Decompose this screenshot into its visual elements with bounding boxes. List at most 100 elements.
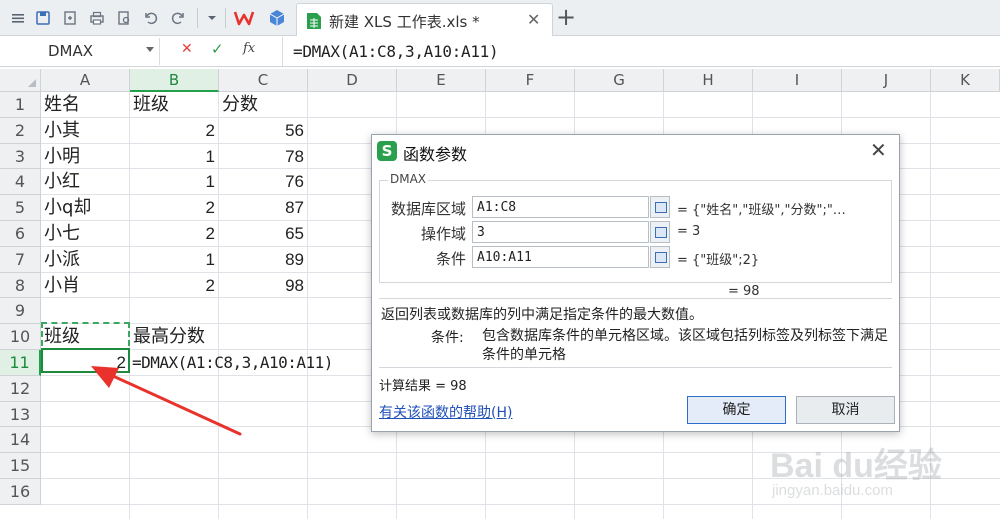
cell-c4[interactable]: 76 xyxy=(219,169,304,195)
watermark-url: jingyan.baidu.com xyxy=(772,482,893,499)
wps-logo-icon[interactable] xyxy=(233,7,255,29)
cell-a8[interactable]: 小肖 xyxy=(41,273,80,299)
menu-icon[interactable] xyxy=(9,9,27,27)
cell-b7[interactable]: 1 xyxy=(130,247,215,273)
row-header-2[interactable]: 2 xyxy=(0,117,41,144)
function-arguments-dialog: S 函数参数 ✕ DMAX 数据库区域 A1:C8 = {"姓名","班级","… xyxy=(371,134,900,432)
row-header-14[interactable]: 14 xyxy=(0,427,41,454)
cell-c7[interactable]: 89 xyxy=(219,247,304,273)
cell-a1[interactable]: 姓名 xyxy=(41,92,80,118)
chevron-down-icon[interactable] xyxy=(146,47,154,52)
document-tab[interactable]: 新建 XLS 工作表.xls * ✕ xyxy=(296,3,553,36)
redo-icon[interactable] xyxy=(169,9,187,27)
column-header-i[interactable]: I xyxy=(753,69,842,92)
cell-b4[interactable]: 1 xyxy=(130,169,215,195)
cell-a5[interactable]: 小q却 xyxy=(41,195,91,221)
column-header-h[interactable]: H xyxy=(664,69,753,92)
arg-input-criteria-value: A10:A11 xyxy=(477,250,532,265)
wps-spreadsheet-icon: S xyxy=(377,141,397,161)
cell-b5[interactable]: 2 xyxy=(130,195,215,221)
cell-a4[interactable]: 小红 xyxy=(41,169,80,195)
print-icon[interactable] xyxy=(88,9,106,27)
undo-icon[interactable] xyxy=(142,9,160,27)
cell-a3[interactable]: 小明 xyxy=(41,144,80,170)
range-select-icon[interactable] xyxy=(650,221,670,243)
help-link[interactable]: 有关该函数的帮助(H) xyxy=(379,402,512,422)
select-all-corner[interactable] xyxy=(0,69,41,92)
arg-input-field[interactable]: 3 xyxy=(472,221,649,243)
name-box[interactable]: DMAX xyxy=(0,38,160,65)
formula-input[interactable]: =DMAX(A1:C8,3,A10:A11) xyxy=(282,37,982,66)
new-tab-button[interactable]: + xyxy=(556,4,576,30)
cell-b2[interactable]: 2 xyxy=(130,118,215,144)
arg-result-field: = 3 xyxy=(677,224,701,239)
cell-c6[interactable]: 65 xyxy=(219,221,304,247)
row-header-12[interactable]: 12 xyxy=(0,375,41,402)
row-header-1[interactable]: 1 xyxy=(0,92,41,118)
print-preview-icon[interactable] xyxy=(115,9,133,27)
cell-a6[interactable]: 小七 xyxy=(41,221,80,247)
row-header-4[interactable]: 4 xyxy=(0,169,41,196)
accept-formula-icon[interactable]: ✓ xyxy=(211,40,224,58)
cell-b3[interactable]: 1 xyxy=(130,144,215,170)
save-icon[interactable] xyxy=(34,9,52,27)
cell-c1[interactable]: 分数 xyxy=(219,92,258,118)
row-header-8[interactable]: 8 xyxy=(0,272,41,299)
cell-b6[interactable]: 2 xyxy=(130,221,215,247)
row-header-13[interactable]: 13 xyxy=(0,401,41,428)
insert-function-icon[interactable]: fx xyxy=(243,41,255,56)
row-header-5[interactable]: 5 xyxy=(0,195,41,221)
range-select-icon[interactable] xyxy=(650,246,670,268)
column-header-c[interactable]: C xyxy=(219,69,308,92)
cell-b8[interactable]: 2 xyxy=(130,273,215,299)
document-tab-label: 新建 XLS 工作表.xls * xyxy=(329,13,480,31)
divider xyxy=(379,298,892,299)
param-name: 条件: xyxy=(431,330,464,346)
cell-c8[interactable]: 98 xyxy=(219,273,304,299)
function-description: 返回列表或数据库的列中满足指定条件的最大数值。 xyxy=(381,307,703,323)
row-header-11[interactable]: 11 xyxy=(0,350,41,376)
column-header-j[interactable]: J xyxy=(842,69,931,92)
row-header-15[interactable]: 15 xyxy=(0,453,41,479)
cell-b1[interactable]: 班级 xyxy=(130,92,169,118)
cell-c3[interactable]: 78 xyxy=(219,144,304,170)
column-header-k[interactable]: K xyxy=(931,69,1000,92)
ok-button[interactable]: 确定 xyxy=(687,396,786,424)
cube-icon[interactable] xyxy=(268,9,286,27)
chevron-down-icon[interactable] xyxy=(203,9,221,27)
cell-c5[interactable]: 87 xyxy=(219,195,304,221)
cell-b11[interactable]: =DMAX(A1:C8,3,A10:A11) xyxy=(130,350,333,376)
column-header-a[interactable]: A xyxy=(41,69,130,92)
column-header-g[interactable]: G xyxy=(575,69,664,92)
cell-a7[interactable]: 小派 xyxy=(41,247,80,273)
calculation-result: 计算结果 = 98 xyxy=(379,379,467,394)
dialog-title-bar[interactable]: S 函数参数 ✕ xyxy=(372,135,899,167)
cancel-button[interactable]: 取消 xyxy=(796,396,895,424)
close-icon[interactable]: ✕ xyxy=(870,139,887,161)
toolbar-separator xyxy=(225,8,226,28)
cell-c2[interactable]: 56 xyxy=(219,118,304,144)
arg-input-criteria[interactable]: A10:A11 xyxy=(472,246,649,268)
row-header-9[interactable]: 9 xyxy=(0,298,41,325)
row-header-3[interactable]: 3 xyxy=(0,143,41,170)
row-header-6[interactable]: 6 xyxy=(0,221,41,247)
baidu-jingyan-watermark: Bai du经验 jingyan.baidu.com xyxy=(770,438,960,510)
cell-b10[interactable]: 最高分数 xyxy=(130,324,205,350)
arg-label-database: 数据库区域 xyxy=(390,200,466,218)
close-tab-icon[interactable]: ✕ xyxy=(527,10,540,29)
param-description: 包含数据库条件的单元格区域。该区域包括列标签及列标签下满足条件的单元格 xyxy=(482,328,888,363)
row-header-10[interactable]: 10 xyxy=(0,324,41,350)
row-header-7[interactable]: 7 xyxy=(0,246,41,273)
column-header-e[interactable]: E xyxy=(397,69,486,92)
name-box-value: DMAX xyxy=(48,42,94,60)
active-cell-cursor xyxy=(41,348,130,373)
row-header-16[interactable]: 16 xyxy=(0,479,41,505)
arg-input-database[interactable]: A1:C8 xyxy=(472,196,649,218)
column-header-b[interactable]: B xyxy=(130,69,219,92)
cell-a2[interactable]: 小其 xyxy=(41,118,80,144)
column-header-d[interactable]: D xyxy=(308,69,397,92)
column-header-f[interactable]: F xyxy=(486,69,575,92)
export-icon[interactable] xyxy=(61,9,79,27)
cancel-formula-icon[interactable]: ✕ xyxy=(181,41,193,57)
range-select-icon[interactable] xyxy=(650,196,670,218)
